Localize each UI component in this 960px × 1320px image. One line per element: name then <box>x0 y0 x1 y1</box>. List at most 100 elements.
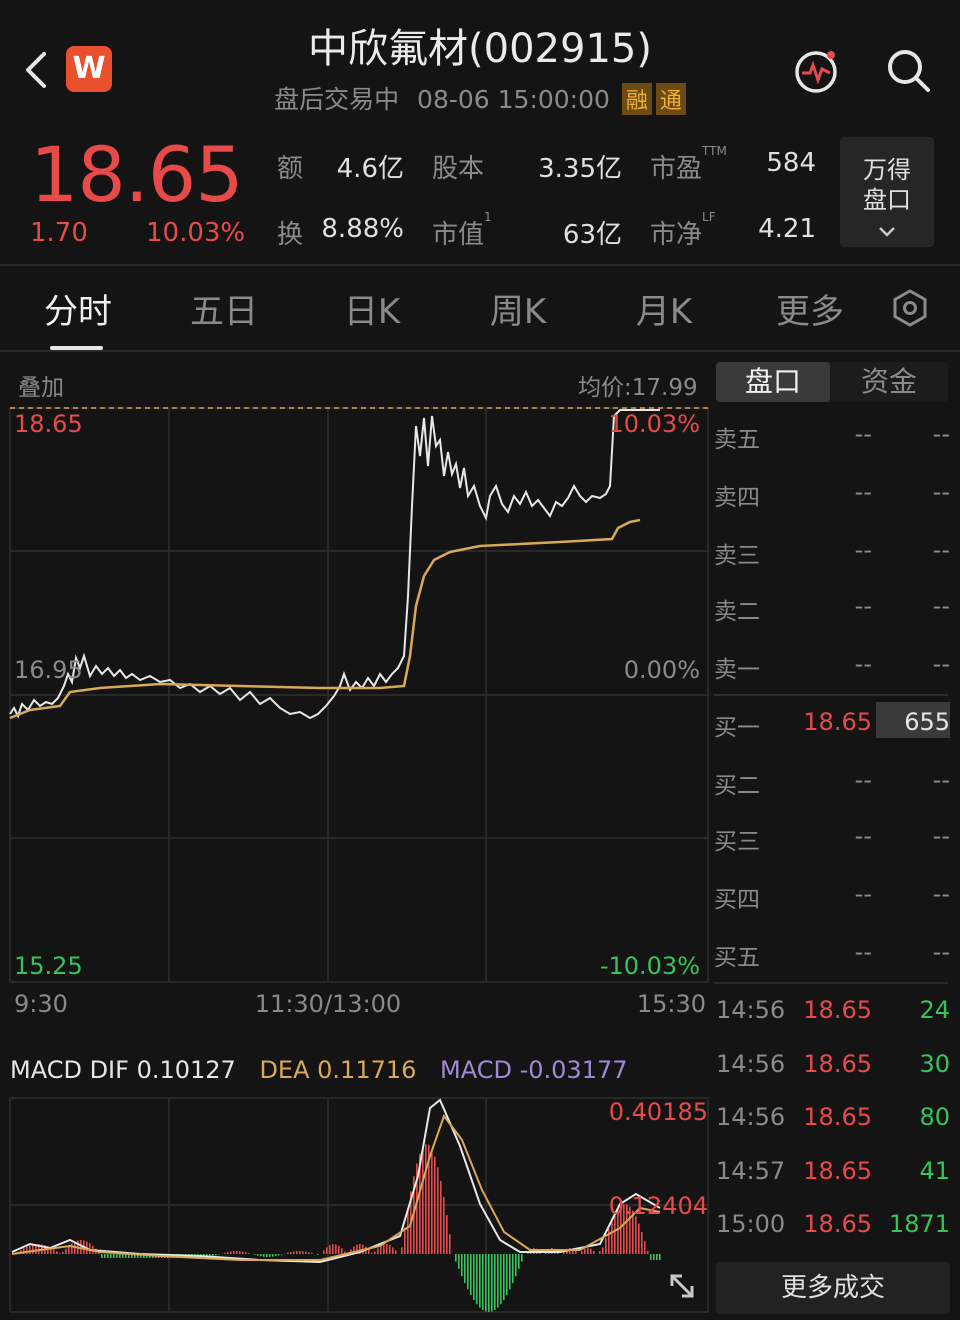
wind-app-logo[interactable]: W <box>66 46 112 92</box>
bid-1-vol: 655 <box>904 708 950 736</box>
expand-icon[interactable] <box>664 1268 700 1304</box>
more-trades-button[interactable]: 更多成交 <box>716 1262 950 1314</box>
macd-bar-70 <box>224 1252 226 1254</box>
macd-bar-73 <box>233 1251 235 1254</box>
avg-price-label: 均价:17.99 <box>578 375 698 401</box>
tab-weekly-k[interactable]: 周K <box>470 284 566 333</box>
macd-bar-143 <box>443 1197 445 1254</box>
ask-4-label: 卖四 <box>714 485 760 511</box>
trade-1-time: 14:56 <box>716 996 786 1024</box>
gear-icon[interactable] <box>890 288 930 328</box>
bid-4-price: -- <box>854 880 872 908</box>
macd-bar-147 <box>455 1254 457 1262</box>
macd-bar-71 <box>227 1252 229 1254</box>
tab-daily-k[interactable]: 日K <box>324 284 420 333</box>
macd-bar-30 <box>104 1254 106 1258</box>
trade-2-price: 18.65 <box>803 1050 872 1078</box>
macd-dea-line <box>11 1113 661 1261</box>
macd-bar-157 <box>485 1254 487 1312</box>
macd-value-label: MACD -0.03177 <box>440 1056 628 1084</box>
macd-bar-96 <box>302 1251 304 1254</box>
macd-bar-103 <box>323 1250 325 1254</box>
macd-bar-130 <box>404 1227 406 1254</box>
stock-title: 中欣氟材(002915) <box>308 26 652 72</box>
macd-bar-88 <box>278 1254 280 1256</box>
tab-more[interactable]: 更多 <box>762 284 858 333</box>
macd-bar-76 <box>242 1251 244 1254</box>
ask-3-vol: -- <box>932 536 950 564</box>
ask-4-vol: -- <box>932 478 950 506</box>
bid-2-vol: -- <box>932 766 950 794</box>
macd-bar-207 <box>635 1216 637 1254</box>
macd-bar-165 <box>509 1254 511 1290</box>
mcap-value: 63亿 <box>562 220 622 250</box>
tab-orderbook[interactable]: 盘口 <box>716 362 830 402</box>
macd-bar-29 <box>101 1254 103 1258</box>
ask-5-label: 卖五 <box>714 427 760 453</box>
price-change-pct: 10.03% <box>146 218 246 248</box>
pe-sup: TTM <box>702 144 727 158</box>
trade-5-time: 15:00 <box>716 1210 786 1238</box>
macd-bar-200 <box>614 1214 616 1254</box>
macd-bar-93 <box>293 1251 295 1254</box>
macd-bar-150 <box>464 1254 466 1283</box>
bid-2-label: 买二 <box>714 773 760 799</box>
macd-bar-187 <box>575 1251 577 1254</box>
trade-2-time: 14:56 <box>716 1050 786 1078</box>
tab-five-day[interactable]: 五日 <box>176 284 272 333</box>
trades-divider <box>714 982 948 984</box>
wind-orderbook-button[interactable]: 万得 盘口 <box>840 137 934 247</box>
macd-bar-81 <box>257 1254 259 1256</box>
macd-bar-31 <box>107 1254 109 1258</box>
macd-bar-148 <box>458 1254 460 1270</box>
macd-bar-101 <box>317 1254 319 1255</box>
trade-3-time: 14:56 <box>716 1103 786 1131</box>
macd-bar-193 <box>593 1251 595 1254</box>
overlay-button[interactable]: 叠加 <box>18 368 64 402</box>
trade-4-price: 18.65 <box>803 1157 872 1185</box>
bid-3-price: -- <box>854 822 872 850</box>
macd-bar-125 <box>389 1245 391 1254</box>
macd-bar-104 <box>326 1247 328 1254</box>
macd-bar-136 <box>422 1147 424 1254</box>
macd-bar-106 <box>332 1244 334 1254</box>
ask-2-price: -- <box>854 592 872 620</box>
macd-bar-107 <box>335 1244 337 1254</box>
macd-bar-214 <box>656 1254 658 1260</box>
macd-bar-149 <box>461 1254 463 1277</box>
connect-tag: 通 <box>655 83 686 115</box>
macd-bar-80 <box>254 1254 256 1255</box>
macd-bar-33 <box>113 1254 115 1258</box>
high-pct-label: 10.03% <box>608 410 700 438</box>
tab-funds[interactable]: 资金 <box>830 362 948 402</box>
chevron-down-icon <box>879 227 895 237</box>
trade-1-vol: 24 <box>919 996 950 1024</box>
macd-bar-74 <box>236 1251 238 1254</box>
macd-bar-162 <box>500 1254 502 1305</box>
macd-legend[interactable]: MACD DIF 0.10127 DEA 0.11716 MACD -0.031… <box>10 1056 628 1084</box>
macd-bar-159 <box>491 1254 493 1312</box>
bid-1-label: 买一 <box>714 715 760 741</box>
macd-bar-94 <box>296 1251 298 1254</box>
macd-bar-155 <box>479 1254 481 1308</box>
macd-bar-15 <box>59 1253 61 1254</box>
macd-bar-109 <box>341 1248 343 1254</box>
search-icon[interactable] <box>884 46 934 96</box>
back-icon[interactable] <box>18 48 54 92</box>
ask-3-price: -- <box>854 536 872 564</box>
macd-bar-85 <box>269 1254 271 1257</box>
ask-1-price: -- <box>854 650 872 678</box>
macd-bar-87 <box>275 1254 277 1257</box>
macd-bar-35 <box>119 1254 121 1258</box>
tab-monthly-k[interactable]: 月K <box>616 284 712 333</box>
tab-intraday[interactable]: 分时 <box>30 284 126 333</box>
prev-close-label: 16.95 <box>14 656 83 684</box>
low-price-label: 15.25 <box>14 952 83 980</box>
bid-2-price: -- <box>854 766 872 794</box>
intraday-chart[interactable] <box>0 356 712 1320</box>
pulse-icon[interactable] <box>792 46 842 96</box>
wind-panel-line2: 盘口 <box>863 186 911 214</box>
orderbook-divider <box>714 694 948 696</box>
macd-bar-210 <box>644 1241 646 1254</box>
macd-bar-166 <box>512 1254 514 1283</box>
